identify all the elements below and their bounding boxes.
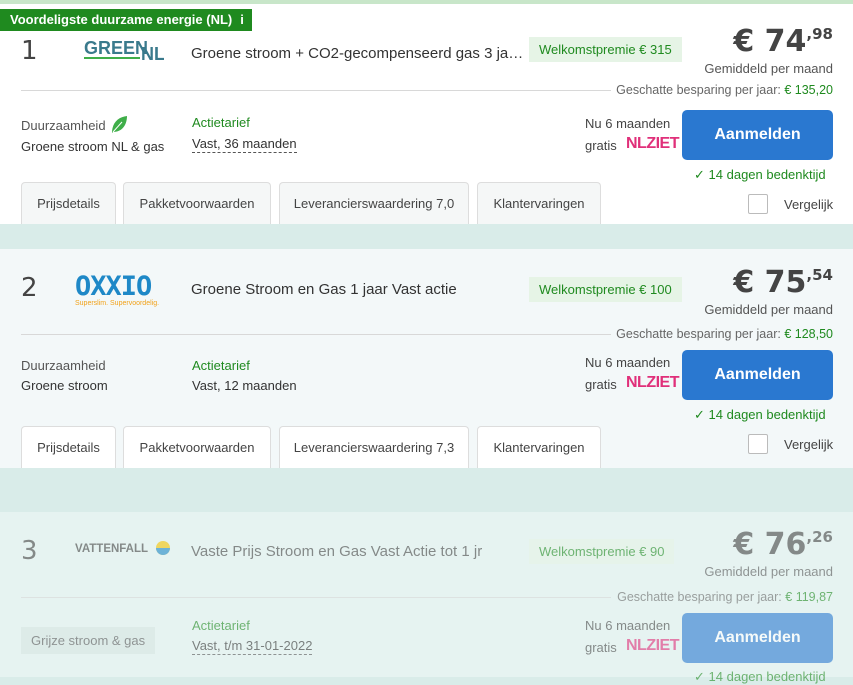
price-period: Gemiddeld per maand xyxy=(704,564,833,579)
tab-leverancierswaardering[interactable]: Leverancierswaardering 7,0 xyxy=(279,182,469,224)
savings: Geschatte besparing per jaar: € 119,87 xyxy=(611,590,833,604)
divider xyxy=(21,90,611,91)
contract-duration[interactable]: Vast, 36 maanden xyxy=(192,136,297,153)
contract-duration: Vast, 12 maanden xyxy=(192,378,297,393)
checkbox-box[interactable] xyxy=(748,434,768,454)
vergelijk-label: Vergelijk xyxy=(784,196,834,212)
svg-text:VATTENFALL: VATTENFALL xyxy=(75,543,148,555)
contract-duration-text: Vast, t/m 31-01-2022 xyxy=(192,638,313,655)
welkomstpremie-badge: Welkomstpremie € 90 xyxy=(529,539,675,564)
price-period: Gemiddeld per maand xyxy=(704,61,833,76)
price-main: € 76 xyxy=(733,527,807,562)
sustainability-label: Duurzaamheid xyxy=(21,115,128,135)
badge-label: Voordeligste duurzame energie (NL) xyxy=(10,12,233,27)
vattenfall-logo[interactable]: VATTENFALL xyxy=(75,540,175,565)
svg-text:NL: NL xyxy=(141,44,164,64)
check-icon: ✓ xyxy=(694,167,705,182)
contract-duration-text: Vast, 36 maanden xyxy=(192,136,297,153)
sustainability-label: Duurzaamheid xyxy=(21,358,106,373)
promo-duration: Nu 6 maanden xyxy=(585,618,671,633)
promo-duration: Nu 6 maanden xyxy=(585,116,671,131)
tab-pakketvoorwaarden[interactable]: Pakketvoorwaarden xyxy=(123,182,271,224)
svg-text:GREEN: GREEN xyxy=(84,38,148,58)
energy-type: Groene stroom NL & gas xyxy=(21,139,165,154)
offer-title[interactable]: Groene stroom + CO2-gecompenseerd gas 3 … xyxy=(191,45,523,62)
price-main: € 75 xyxy=(733,265,807,300)
oxxio-logo[interactable]: OXXIO Superslim. Supervoordelig. xyxy=(75,271,171,312)
tab-pakketvoorwaarden[interactable]: Pakketvoorwaarden xyxy=(123,426,271,468)
tab-klantervaringen[interactable]: Klantervaringen xyxy=(477,426,601,468)
contract-duration[interactable]: Vast, t/m 31-01-2022 xyxy=(192,638,313,655)
best-deal-badge: Voordeligste duurzame energie (NL) i xyxy=(0,9,252,31)
vergelijk-checkbox[interactable]: Vergelijk xyxy=(748,434,833,454)
savings: Geschatte besparing per jaar: € 135,20 xyxy=(610,83,833,97)
nlziet-logo: NLZIET xyxy=(626,374,680,391)
savings-label: Geschatte besparing per jaar: xyxy=(616,327,781,341)
vergelijk-label: Vergelijk xyxy=(784,436,834,452)
offer-title[interactable]: Groene Stroom en Gas 1 jaar Vast actie xyxy=(191,281,457,298)
leaf-icon xyxy=(111,116,127,133)
savings-amount: € 119,87 xyxy=(785,590,833,604)
info-icon[interactable]: i xyxy=(240,12,244,27)
offer-card-3: 3 VATTENFALL Vaste Prijs Stroom en Gas V… xyxy=(0,512,853,684)
rank-number: 2 xyxy=(21,273,38,303)
price-cents: ,54 xyxy=(806,266,833,284)
sustainability-text: Duurzaamheid xyxy=(21,117,106,133)
offer-card-2: 2 OXXIO Superslim. Supervoordelig. Groen… xyxy=(0,249,853,468)
rank-number: 3 xyxy=(21,536,38,566)
offer-card-1: Voordeligste duurzame energie (NL) i 1 GR… xyxy=(0,0,853,224)
vergelijk-checkbox[interactable]: Vergelijk xyxy=(748,194,833,214)
energy-type: Groene stroom xyxy=(21,378,108,393)
check-icon: ✓ xyxy=(694,407,705,422)
savings-amount: € 128,50 xyxy=(784,327,833,341)
oxxio-tagline: Superslim. Supervoordelig. xyxy=(75,300,159,307)
divider xyxy=(21,597,611,598)
savings-label: Geschatte besparing per jaar: xyxy=(617,590,782,604)
savings-label: Geschatte besparing per jaar: xyxy=(616,83,781,97)
price-main: € 74 xyxy=(733,24,807,59)
aanmelden-button[interactable]: Aanmelden xyxy=(682,613,833,663)
bedenktijd: ✓ 14 dagen bedenktijd xyxy=(694,669,826,685)
price-period: Gemiddeld per maand xyxy=(704,302,833,317)
actietarief-label: Actietarief xyxy=(192,618,250,633)
actietarief-label: Actietarief xyxy=(192,358,250,373)
price-cents: ,26 xyxy=(806,528,833,546)
energy-type-badge: Grijze stroom & gas xyxy=(21,627,156,654)
promo-duration: Nu 6 maanden xyxy=(585,355,671,370)
divider xyxy=(21,334,611,335)
tab-prijsdetails[interactable]: Prijsdetails xyxy=(21,182,116,224)
bedenktijd: ✓ 14 dagen bedenktijd xyxy=(694,407,826,423)
savings-amount: € 135,20 xyxy=(784,83,833,97)
svg-text:OXXIO: OXXIO xyxy=(75,271,152,302)
tab-leverancierswaardering[interactable]: Leverancierswaardering 7,3 xyxy=(279,426,469,468)
tab-prijsdetails[interactable]: Prijsdetails xyxy=(21,426,116,468)
bedenktijd: ✓ 14 dagen bedenktijd xyxy=(694,167,826,183)
price-block: € 75,54 Gemiddeld per maand xyxy=(704,265,833,317)
actietarief-label: Actietarief xyxy=(192,115,250,130)
bedenktijd-text: 14 dagen bedenktijd xyxy=(708,167,826,182)
welkomstpremie-badge: Welkomstpremie € 315 xyxy=(529,37,682,62)
aanmelden-button[interactable]: Aanmelden xyxy=(682,110,833,160)
nlziet-logo: NLZIET xyxy=(626,135,680,152)
price-block: € 76,26 Gemiddeld per maand xyxy=(704,527,833,579)
greennl-logo[interactable]: GREEN NL xyxy=(84,34,165,69)
nlziet-logo: NLZIET xyxy=(626,637,680,654)
welkomstpremie-badge: Welkomstpremie € 100 xyxy=(529,277,682,302)
savings: Geschatte besparing per jaar: € 128,50 xyxy=(610,327,833,341)
checkbox-box[interactable] xyxy=(748,194,768,214)
price-cents: ,98 xyxy=(806,25,833,43)
offer-title[interactable]: Vaste Prijs Stroom en Gas Vast Actie tot… xyxy=(191,543,482,560)
aanmelden-button[interactable]: Aanmelden xyxy=(682,350,833,400)
bedenktijd-text: 14 dagen bedenktijd xyxy=(708,407,826,422)
tab-klantervaringen[interactable]: Klantervaringen xyxy=(477,182,601,224)
price-block: € 74,98 Gemiddeld per maand xyxy=(704,24,833,76)
rank-number: 1 xyxy=(21,36,38,66)
